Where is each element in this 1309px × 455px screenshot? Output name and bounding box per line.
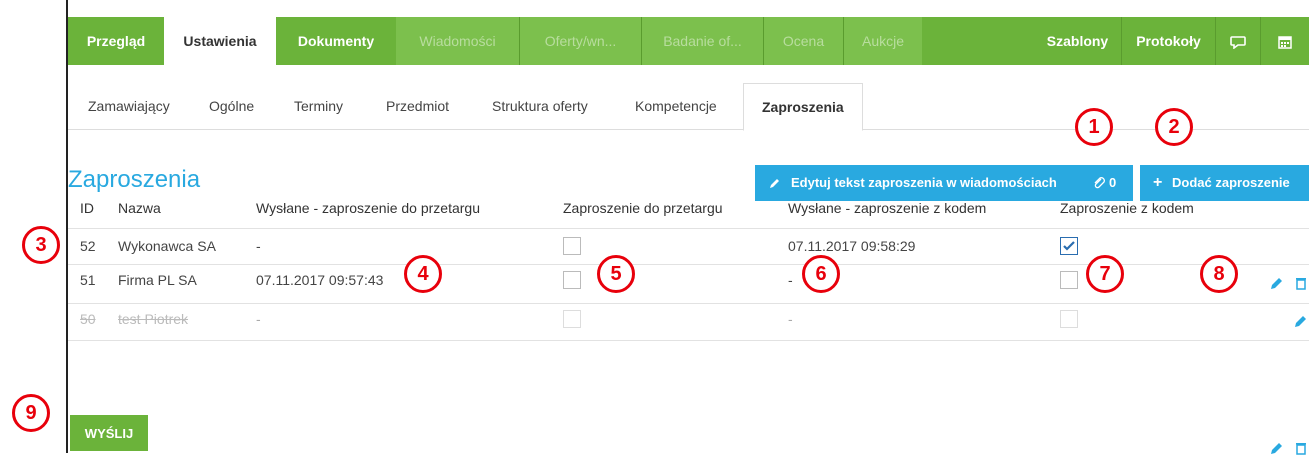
tab-protokoly[interactable]: Protokoły (1122, 17, 1215, 65)
chat-icon (1230, 36, 1246, 50)
tab-dokumenty[interactable]: Dokumenty (276, 17, 396, 65)
col-header-name: Nazwa (118, 200, 161, 216)
tab-szablony[interactable]: Szablony (1034, 17, 1121, 65)
edit-icon[interactable] (1294, 314, 1308, 328)
settings-subnavigation: Zamawiający Ogólne Terminy Przedmiot Str… (68, 83, 1309, 131)
row-sent-code: - (788, 272, 793, 288)
edit-button-label: Edytuj tekst zaproszenia w wiadomościach (791, 175, 1057, 190)
row-name: test Piotrek (118, 311, 189, 327)
row-sent-invite: - (256, 238, 261, 254)
chat-button[interactable] (1216, 17, 1260, 65)
table-divider (68, 264, 1309, 265)
callout-marker: 7 (1086, 255, 1124, 293)
tab-przeglad[interactable]: Przegląd (68, 17, 164, 65)
row-id: 52 (80, 238, 96, 254)
table-divider (68, 340, 1309, 341)
code-checkbox (1060, 310, 1078, 328)
invite-checkbox[interactable] (563, 271, 581, 289)
top-navigation: Przegląd Ustawienia Dokumenty Wiadomości… (68, 17, 1309, 65)
row-name: Firma PL SA (118, 272, 197, 288)
table-divider (68, 228, 1309, 229)
row-sent-invite: - (256, 311, 261, 327)
col-header-sent-code: Wysłane - zaproszenie z kodem (788, 200, 987, 216)
trash-icon[interactable] (1294, 276, 1308, 290)
calendar-icon (1278, 36, 1292, 50)
row-sent-invite: 07.11.2017 09:57:43 (256, 272, 384, 288)
left-frame-border (66, 0, 68, 453)
edit-icon[interactable] (1270, 276, 1284, 290)
tab-ocena[interactable]: Ocena (764, 17, 843, 65)
subtab-przedmiot[interactable]: Przedmiot (386, 83, 449, 129)
row-sent-code: - (788, 311, 793, 327)
callout-marker: 9 (12, 394, 50, 432)
callout-marker: 1 (1075, 108, 1113, 146)
tab-badanie[interactable]: Badanie of... (642, 17, 763, 65)
col-header-code: Zaproszenie z kodem (1060, 200, 1194, 216)
code-checkbox[interactable] (1060, 237, 1078, 255)
subtab-ogolne[interactable]: Ogólne (209, 83, 254, 129)
subtab-zaproszenia[interactable]: Zaproszenia (743, 83, 863, 131)
callout-marker: 4 (404, 255, 442, 293)
invite-checkbox (563, 310, 581, 328)
paperclip-icon (1094, 177, 1105, 189)
edit-invitation-text-button[interactable]: Edytuj tekst zaproszenia w wiadomościach… (755, 165, 1133, 201)
pencil-icon (770, 179, 779, 188)
callout-marker: 5 (597, 255, 635, 293)
subtab-kompetencje[interactable]: Kompetencje (635, 83, 717, 129)
col-header-sent-invite: Wysłane - zaproszenie do przetargu (256, 200, 480, 216)
row-name: Wykonawca SA (118, 238, 216, 254)
col-header-invite: Zaproszenie do przetargu (563, 200, 723, 216)
page-title: Zaproszenia (68, 166, 201, 193)
callout-marker: 3 (22, 226, 60, 264)
code-checkbox[interactable] (1060, 271, 1078, 289)
row-id: 51 (80, 272, 96, 288)
tab-aukcje[interactable]: Aukcje (844, 17, 922, 65)
callout-marker: 8 (1200, 255, 1238, 293)
callout-marker: 6 (802, 255, 840, 293)
col-header-id: ID (80, 200, 94, 216)
tab-wiadomosci[interactable]: Wiadomości (396, 17, 519, 65)
attachment-count: 0 (1109, 175, 1117, 190)
callout-marker: 2 (1155, 108, 1193, 146)
table-divider (68, 303, 1309, 304)
tab-oferty[interactable]: Oferty/wn... (520, 17, 641, 65)
checkmark-icon (1063, 241, 1075, 251)
add-button-label: Dodać zaproszenie (1172, 175, 1290, 190)
send-button[interactable]: WYŚLIJ (70, 415, 148, 451)
subtab-zamawiajacy[interactable]: Zamawiający (88, 83, 170, 129)
calendar-button[interactable] (1261, 17, 1309, 65)
row-sent-code: 07.11.2017 09:58:29 (788, 238, 916, 254)
add-invitation-button[interactable]: + Dodać zaproszenie (1140, 165, 1309, 201)
tab-ustawienia[interactable]: Ustawienia (164, 17, 276, 65)
row-id: 50 (80, 311, 96, 327)
invite-checkbox[interactable] (563, 237, 581, 255)
plus-icon: + (1153, 174, 1163, 191)
subtab-struktura-oferty[interactable]: Struktura oferty (492, 83, 588, 129)
subtab-terminy[interactable]: Terminy (294, 83, 343, 129)
